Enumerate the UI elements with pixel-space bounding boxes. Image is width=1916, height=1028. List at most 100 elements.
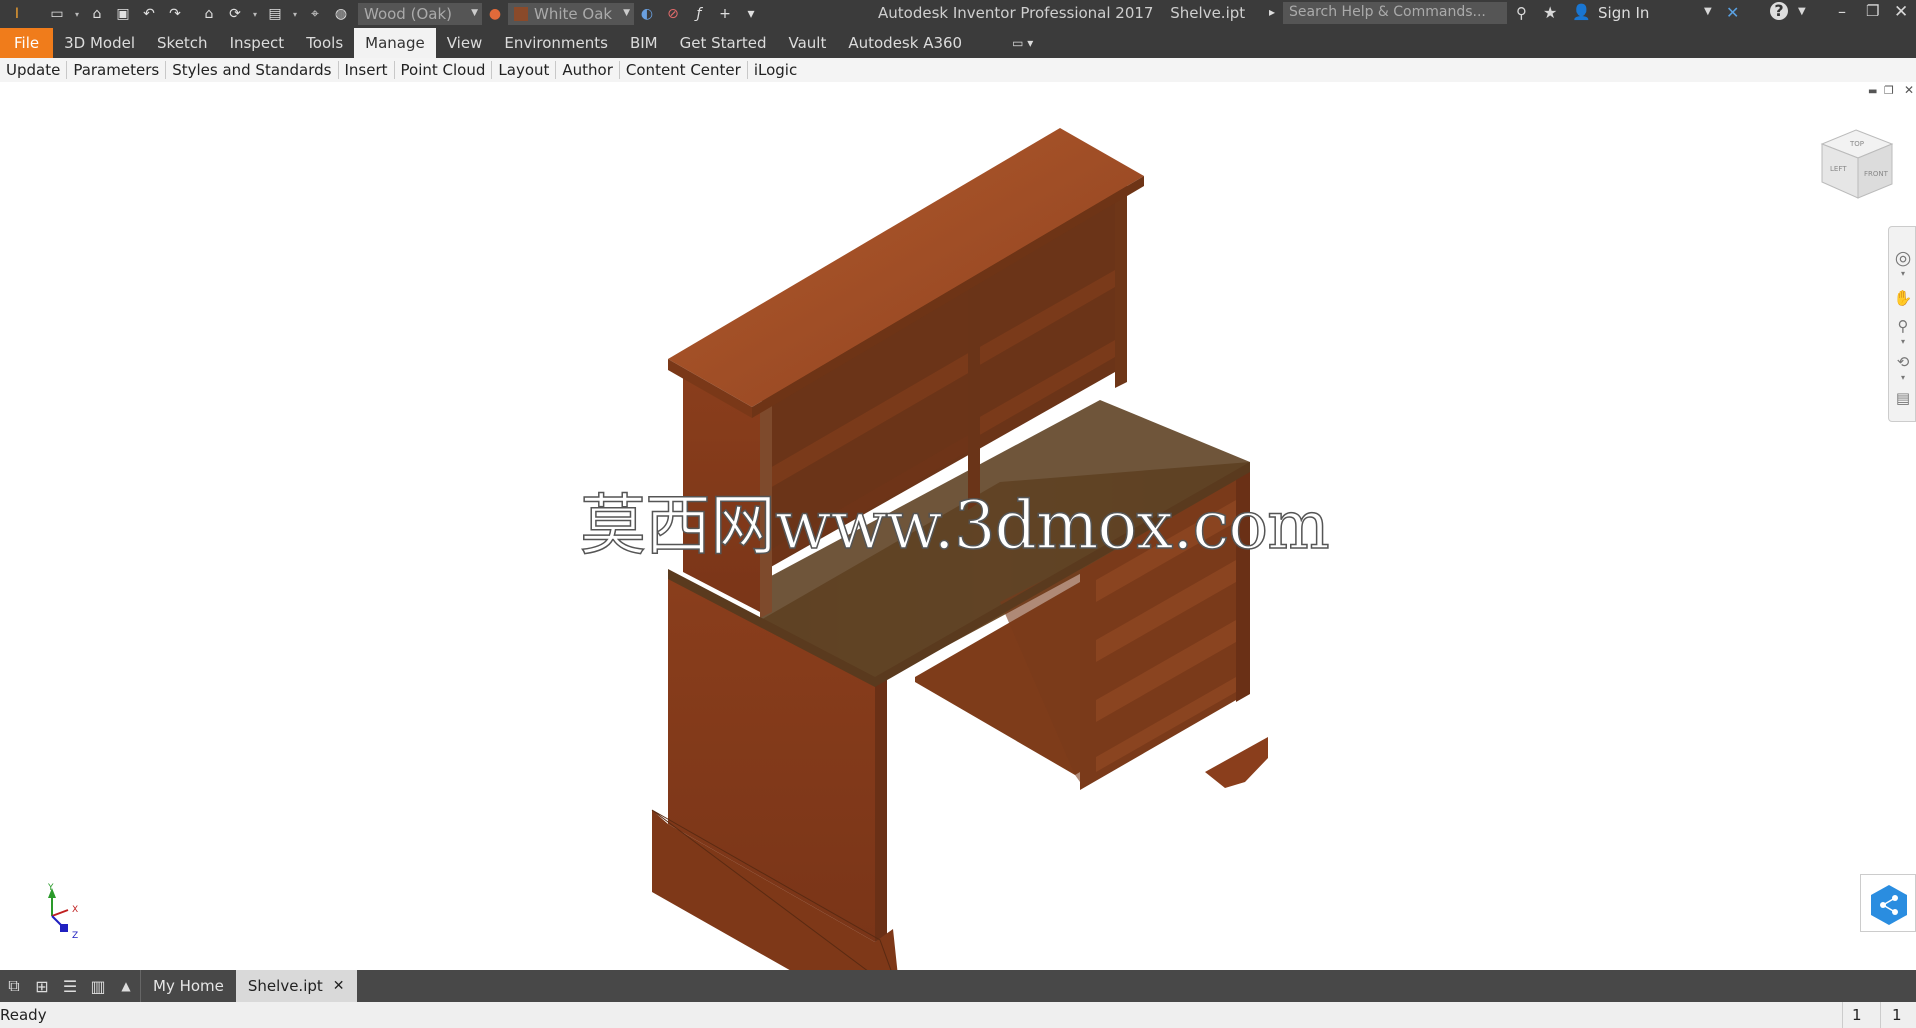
panel-styles-and-standards[interactable]: Styles and Standards: [166, 61, 339, 79]
tab-bim[interactable]: BIM: [619, 28, 669, 58]
panel-ilogic[interactable]: iLogic: [748, 61, 803, 79]
panel-insert[interactable]: Insert: [339, 61, 395, 79]
clear-appearance-icon[interactable]: ⊘: [662, 3, 684, 25]
new-file-icon[interactable]: ▭: [46, 3, 68, 25]
window-title: Autodesk Inventor Professional 2017 Shel…: [878, 4, 1245, 22]
appearance-value: White Oak: [534, 5, 613, 23]
navigation-bar: ◎ ▾ ✋ ⚲ ▾ ⟲ ▾ ▤: [1888, 226, 1916, 422]
status-count-2: 1: [1892, 1006, 1902, 1024]
appearance-combo[interactable]: White Oak ▼: [508, 3, 634, 25]
quick-access-toolbar: I ▭ ▾ ⌂ ▣ ↶ ↷ ⌂ ⟳ ▾ ▤ ▾ ⌖ ◍ Wood (Oak) ▼…: [4, 0, 764, 28]
close-tab-icon[interactable]: ✕: [333, 978, 345, 994]
document-tab-bar: ⧉ ⊞ ☰ ▥ ▲ My Home Shelve.ipt ✕: [0, 970, 1916, 1002]
add-icon[interactable]: +: [714, 3, 736, 25]
title-bar: I ▭ ▾ ⌂ ▣ ↶ ↷ ⌂ ⟳ ▾ ▤ ▾ ⌖ ◍ Wood (Oak) ▼…: [0, 0, 1916, 28]
ribbon-minimize-toggle-icon[interactable]: ▭ ▾: [1001, 28, 1044, 58]
open-documents-arrow-icon[interactable]: ▲: [112, 970, 140, 1002]
help-dropdown-icon[interactable]: ▼: [1798, 6, 1806, 17]
save-icon[interactable]: ▣: [112, 3, 134, 25]
account-dropdown-icon[interactable]: ▼: [1704, 6, 1712, 17]
watermark-text: 莫西网www.3dmox.com: [579, 486, 1330, 565]
panel-update[interactable]: Update: [0, 61, 68, 79]
orbit-icon[interactable]: ⟲: [1893, 353, 1913, 373]
pedestal-foot: [1205, 737, 1268, 788]
panel-parameters[interactable]: Parameters: [67, 61, 167, 79]
tab-my-home[interactable]: My Home: [140, 970, 236, 1002]
restore-icon[interactable]: ❐: [1866, 2, 1879, 20]
inventor-logo-icon[interactable]: I: [6, 3, 28, 25]
tab-autodesk-a360[interactable]: Autodesk A360: [837, 28, 973, 58]
tile-horizontal-icon[interactable]: ☰: [56, 970, 84, 1002]
tab-3d-model[interactable]: 3D Model: [53, 28, 146, 58]
look-at-icon[interactable]: ▤: [1893, 389, 1913, 409]
new-dropdown-icon[interactable]: ▾: [72, 3, 82, 25]
tab-manage[interactable]: Manage: [354, 28, 436, 58]
favorites-star-icon[interactable]: ★: [1543, 3, 1557, 22]
panel-point-cloud[interactable]: Point Cloud: [395, 61, 493, 79]
appearance-sphere-icon[interactable]: ●: [484, 3, 506, 25]
tab-sketch[interactable]: Sketch: [146, 28, 219, 58]
ribbon-panel-bar: Update Parameters Styles and Standards I…: [0, 58, 1916, 82]
viewcube-left-label: LEFT: [1830, 165, 1847, 173]
help-icon[interactable]: ?: [1770, 2, 1788, 20]
user-icon[interactable]: 👤: [1572, 3, 1591, 21]
update-dropdown-icon[interactable]: ▾: [250, 3, 260, 25]
measure-icon[interactable]: ⌖: [304, 3, 326, 25]
tile-vertical-icon[interactable]: ▥: [84, 970, 112, 1002]
minimize-icon[interactable]: –: [1838, 2, 1846, 21]
search-expand-icon[interactable]: ▸: [1269, 5, 1275, 19]
steering-wheel-icon[interactable]: ◎: [1893, 247, 1913, 269]
document-name: Shelve.ipt: [1170, 4, 1246, 22]
tab-vault[interactable]: Vault: [778, 28, 838, 58]
tab-file[interactable]: File: [0, 28, 54, 58]
tile-windows-icon[interactable]: ⊞: [28, 970, 56, 1002]
status-count-1: 1: [1852, 1006, 1862, 1024]
customize-qat-icon[interactable]: ▾: [740, 3, 762, 25]
select-dropdown-icon[interactable]: ▾: [290, 3, 300, 25]
home-icon[interactable]: ⌂: [198, 3, 220, 25]
close-icon[interactable]: ✕: [1894, 2, 1908, 22]
material-combo[interactable]: Wood (Oak) ▼: [358, 3, 482, 25]
viewcube-front-label: FRONT: [1864, 170, 1889, 178]
share-icon: [1871, 885, 1907, 925]
doc-tab-label: Shelve.ipt: [247, 977, 323, 995]
select-icon[interactable]: ▤: [264, 3, 286, 25]
x-axis-label: X: [72, 905, 78, 915]
parameters-fx-icon[interactable]: ƒ: [688, 3, 710, 25]
cascade-windows-icon[interactable]: ⧉: [0, 970, 28, 1002]
axis-triad: Y X Z: [47, 883, 78, 941]
panel-content-center[interactable]: Content Center: [620, 61, 748, 79]
viewcube-top-label: TOP: [1849, 140, 1864, 148]
tab-get-started[interactable]: Get Started: [669, 28, 778, 58]
steering-wheel-dropdown-icon[interactable]: ▾: [1893, 269, 1913, 289]
update-icon[interactable]: ⟳: [224, 3, 246, 25]
tab-environments[interactable]: Environments: [493, 28, 619, 58]
z-axis-label: Z: [72, 931, 78, 941]
share-button[interactable]: [1860, 874, 1916, 932]
tab-inspect[interactable]: Inspect: [219, 28, 296, 58]
material-globe-icon[interactable]: ◍: [330, 3, 352, 25]
viewcube[interactable]: TOP LEFT FRONT: [1818, 126, 1896, 210]
open-icon[interactable]: ⌂: [86, 3, 108, 25]
undo-icon[interactable]: ↶: [138, 3, 160, 25]
z-axis-box-icon: [60, 924, 68, 932]
exchange-apps-icon[interactable]: ✕: [1726, 3, 1739, 22]
desk-left-leg-edge: [875, 674, 887, 942]
redo-icon[interactable]: ↷: [164, 3, 186, 25]
communication-center-icon[interactable]: ⚲: [1516, 4, 1527, 22]
tab-view[interactable]: View: [436, 28, 494, 58]
hutch-right-side: [1115, 177, 1127, 388]
panel-author[interactable]: Author: [556, 61, 620, 79]
search-input[interactable]: Search Help & Commands...: [1283, 2, 1507, 24]
adjust-appearance-icon[interactable]: ◐: [636, 3, 658, 25]
zoom-icon[interactable]: ⚲: [1893, 317, 1913, 337]
sign-in-link[interactable]: Sign In: [1598, 4, 1649, 22]
tab-shelve-ipt[interactable]: Shelve.ipt ✕: [235, 970, 357, 1002]
x-axis-line: [51, 909, 69, 917]
tab-tools[interactable]: Tools: [295, 28, 354, 58]
chevron-down-icon: ▼: [623, 8, 630, 18]
status-text: Ready: [0, 1006, 47, 1024]
panel-layout[interactable]: Layout: [492, 61, 557, 79]
material-value: Wood (Oak): [364, 5, 452, 23]
pan-hand-icon[interactable]: ✋: [1893, 289, 1913, 309]
